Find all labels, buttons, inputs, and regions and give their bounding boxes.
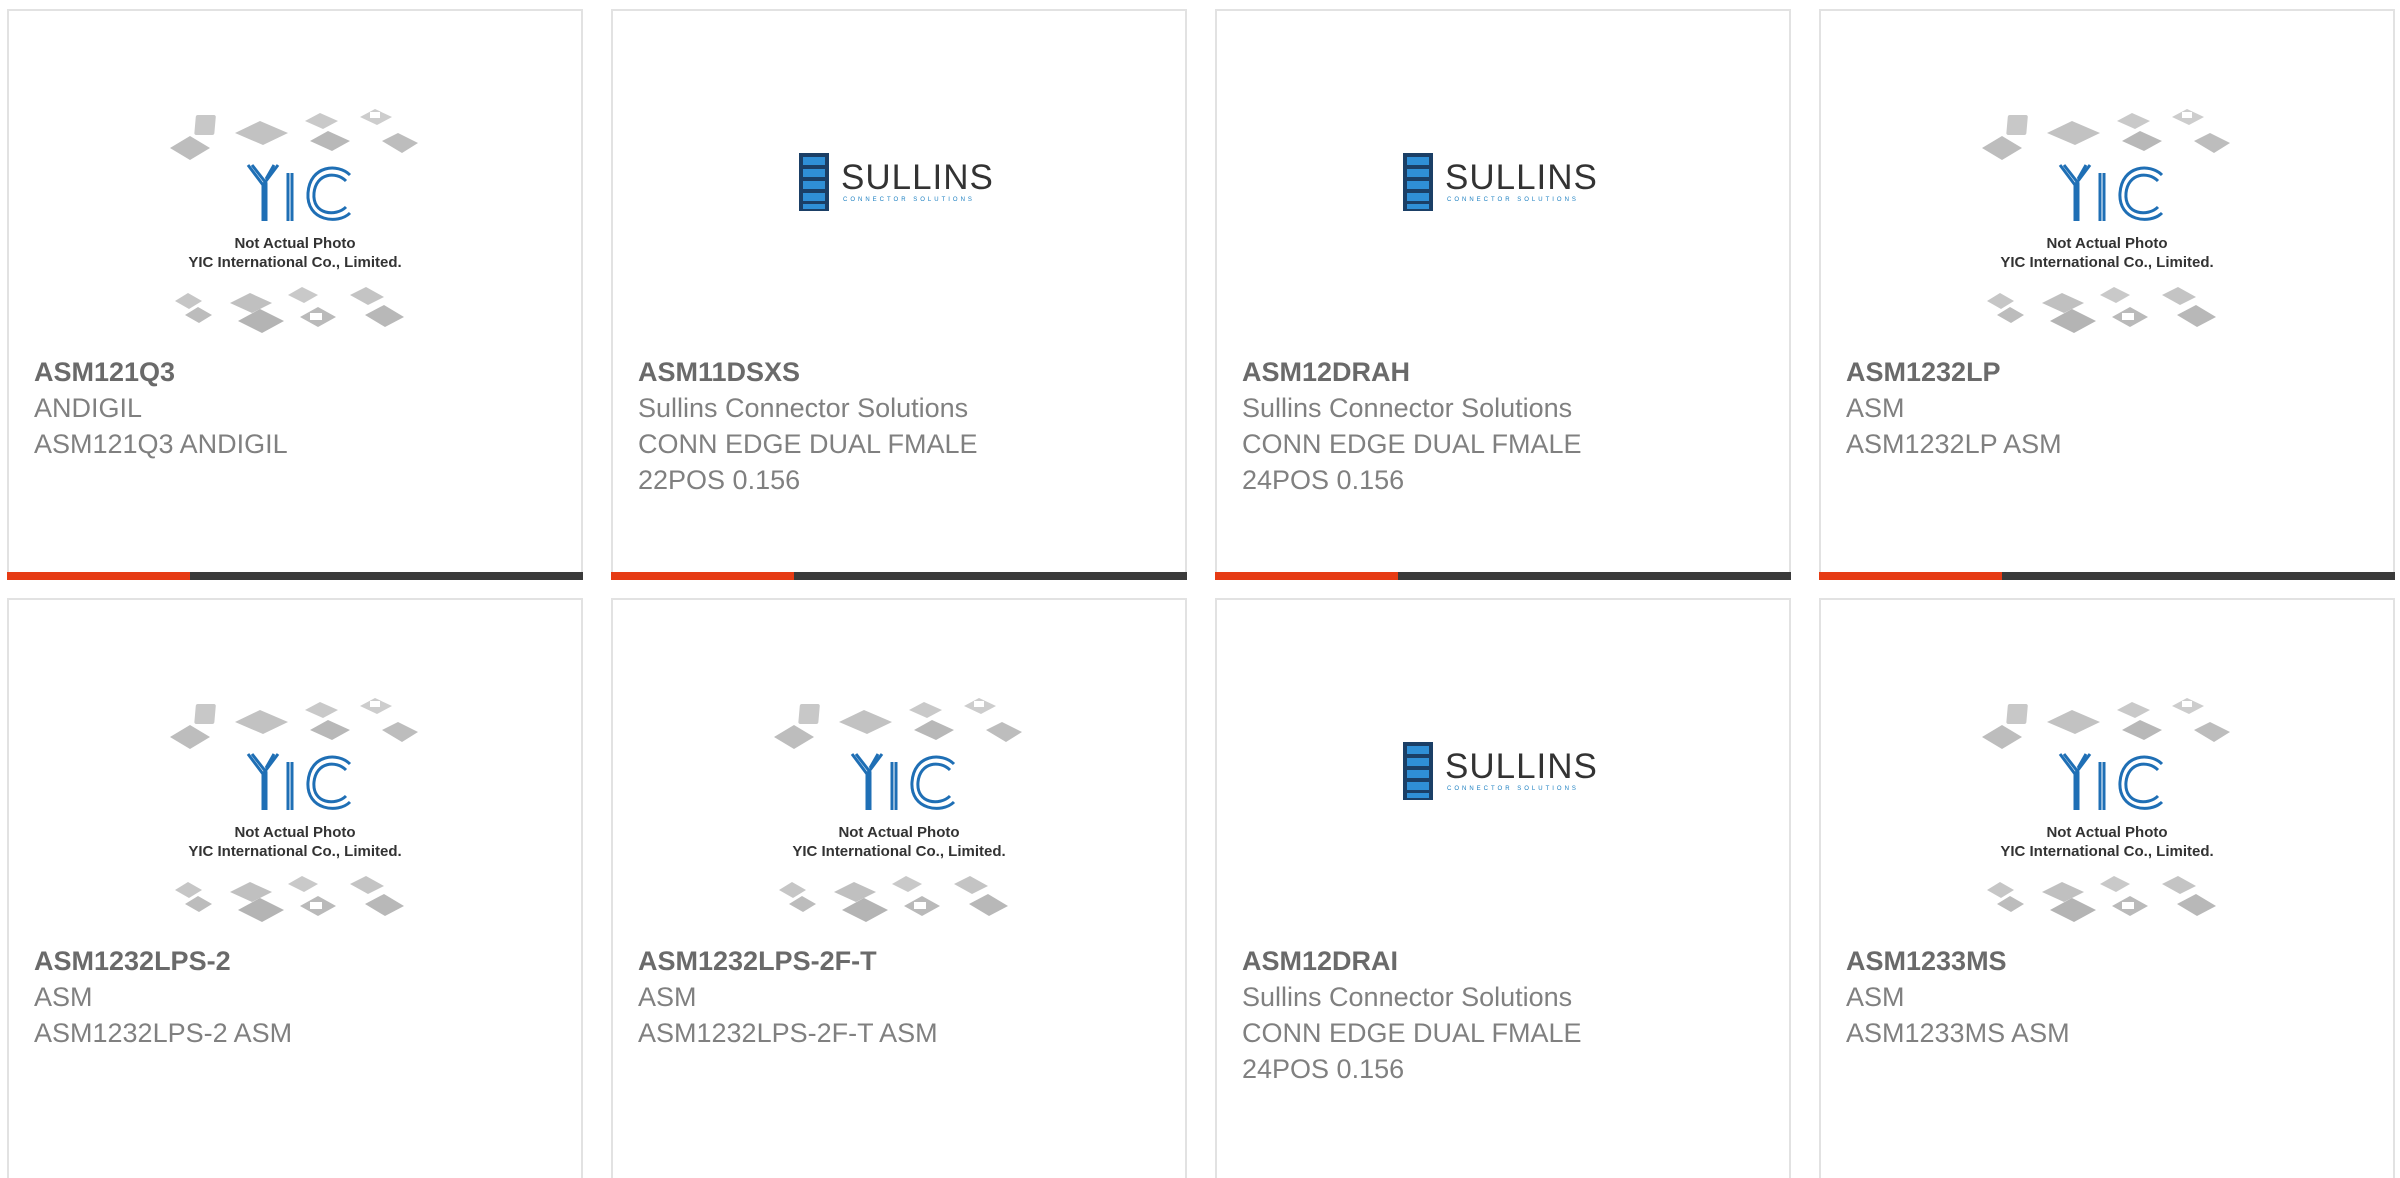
- yic-placeholder-image: Not Actual Photo YIC International Co., …: [170, 109, 418, 333]
- description-line: ASM121Q3 ANDIGIL: [34, 429, 288, 459]
- description-line: 24POS 0.156: [1242, 1054, 1405, 1084]
- svg-text:CONNECTOR SOLUTIONS: CONNECTOR SOLUTIONS: [843, 197, 975, 203]
- part-number[interactable]: ASM1232LP: [1846, 354, 2373, 390]
- product-card[interactable]: Not Actual Photo YIC International Co., …: [1819, 598, 2395, 1178]
- product-card[interactable]: Not Actual Photo YIC International Co., …: [1819, 9, 2395, 580]
- yic-placeholder-image: Not Actual Photo YIC International Co., …: [1982, 109, 2230, 333]
- description-line: ASM1232LPS-2F-T ASM: [638, 1018, 938, 1048]
- product-grid: Not Actual Photo YIC International Co., …: [0, 0, 2400, 1178]
- svg-text:YIC International Co., Limited: YIC International Co., Limited.: [2000, 254, 2213, 271]
- card-accent-bar: [7, 572, 190, 580]
- sullins-logo-image: SULLINS CONNECTOR SOLUTIONS: [799, 153, 994, 211]
- part-number[interactable]: ASM1232LPS-2: [34, 943, 561, 979]
- card-accent-bar: [1819, 572, 2002, 580]
- product-card[interactable]: Not Actual Photo YIC International Co., …: [7, 9, 583, 580]
- svg-text:SULLINS: SULLINS: [841, 158, 994, 197]
- product-image[interactable]: Not Actual Photo YIC International Co., …: [1821, 692, 2393, 952]
- brand-name: ASM: [638, 982, 697, 1012]
- product-card[interactable]: SULLINS CONNECTOR SOLUTIONS ASM12DRAH Su…: [1215, 9, 1791, 580]
- card-accent-bar: [611, 572, 794, 580]
- svg-text:Not Actual Photo: Not Actual Photo: [234, 235, 355, 252]
- svg-text:YIC International Co., Limited: YIC International Co., Limited.: [792, 843, 1005, 860]
- part-number[interactable]: ASM121Q3: [34, 354, 561, 390]
- brand-name: Sullins Connector Solutions: [1242, 393, 1573, 423]
- description-line: 22POS 0.156: [638, 465, 801, 495]
- brand-name: ANDIGIL: [34, 393, 143, 423]
- description-line: CONN EDGE DUAL FMALE: [638, 429, 978, 459]
- sullins-logo-image: SULLINS CONNECTOR SOLUTIONS: [1403, 742, 1598, 800]
- brand-name: ASM: [1846, 393, 1905, 423]
- card-accent-bar: [1215, 572, 1398, 580]
- part-number[interactable]: ASM11DSXS: [638, 354, 1165, 390]
- svg-text:Not Actual Photo: Not Actual Photo: [234, 824, 355, 841]
- part-number[interactable]: ASM1232LPS-2F-T: [638, 943, 1165, 979]
- svg-text:SULLINS: SULLINS: [1445, 747, 1598, 786]
- svg-text:CONNECTOR SOLUTIONS: CONNECTOR SOLUTIONS: [1447, 786, 1579, 792]
- card-footer-bar: [1215, 572, 1791, 580]
- brand-name: ASM: [34, 982, 93, 1012]
- brand-name: ASM: [1846, 982, 1905, 1012]
- svg-text:CONNECTOR SOLUTIONS: CONNECTOR SOLUTIONS: [1447, 197, 1579, 203]
- svg-text:YIC International Co., Limited: YIC International Co., Limited.: [188, 843, 401, 860]
- product-image[interactable]: Not Actual Photo YIC International Co., …: [9, 692, 581, 952]
- description-line: CONN EDGE DUAL FMALE: [1242, 1018, 1582, 1048]
- description-line: 24POS 0.156: [1242, 465, 1405, 495]
- product-card[interactable]: SULLINS CONNECTOR SOLUTIONS ASM11DSXS Su…: [611, 9, 1187, 580]
- yic-placeholder-image: Not Actual Photo YIC International Co., …: [170, 698, 418, 922]
- brand-name: Sullins Connector Solutions: [1242, 982, 1573, 1012]
- svg-text:SULLINS: SULLINS: [1445, 158, 1598, 197]
- product-image[interactable]: Not Actual Photo YIC International Co., …: [1821, 103, 2393, 363]
- svg-text:Not Actual Photo: Not Actual Photo: [2046, 824, 2167, 841]
- yic-placeholder-image: Not Actual Photo YIC International Co., …: [774, 698, 1022, 922]
- description-line: CONN EDGE DUAL FMALE: [1242, 429, 1582, 459]
- svg-text:Not Actual Photo: Not Actual Photo: [2046, 235, 2167, 252]
- description-line: ASM1233MS ASM: [1846, 1018, 2070, 1048]
- card-footer-bar: [1819, 572, 2395, 580]
- product-image[interactable]: Not Actual Photo YIC International Co., …: [613, 692, 1185, 952]
- svg-text:YIC International Co., Limited: YIC International Co., Limited.: [2000, 843, 2213, 860]
- yic-placeholder-image: Not Actual Photo YIC International Co., …: [1982, 698, 2230, 922]
- sullins-logo-image: SULLINS CONNECTOR SOLUTIONS: [1403, 153, 1598, 211]
- product-card[interactable]: Not Actual Photo YIC International Co., …: [7, 598, 583, 1178]
- brand-name: Sullins Connector Solutions: [638, 393, 969, 423]
- part-number[interactable]: ASM1233MS: [1846, 943, 2373, 979]
- svg-text:Not Actual Photo: Not Actual Photo: [838, 824, 959, 841]
- product-card[interactable]: Not Actual Photo YIC International Co., …: [611, 598, 1187, 1178]
- description-line: ASM1232LPS-2 ASM: [34, 1018, 293, 1048]
- svg-text:YIC International Co., Limited: YIC International Co., Limited.: [188, 254, 401, 271]
- product-card[interactable]: SULLINS CONNECTOR SOLUTIONS ASM12DRAI Su…: [1215, 598, 1791, 1178]
- product-image[interactable]: Not Actual Photo YIC International Co., …: [9, 103, 581, 363]
- description-line: ASM1232LP ASM: [1846, 429, 2062, 459]
- part-number[interactable]: ASM12DRAI: [1242, 943, 1769, 979]
- card-footer-bar: [7, 572, 583, 580]
- card-footer-bar: [611, 572, 1187, 580]
- part-number[interactable]: ASM12DRAH: [1242, 354, 1769, 390]
